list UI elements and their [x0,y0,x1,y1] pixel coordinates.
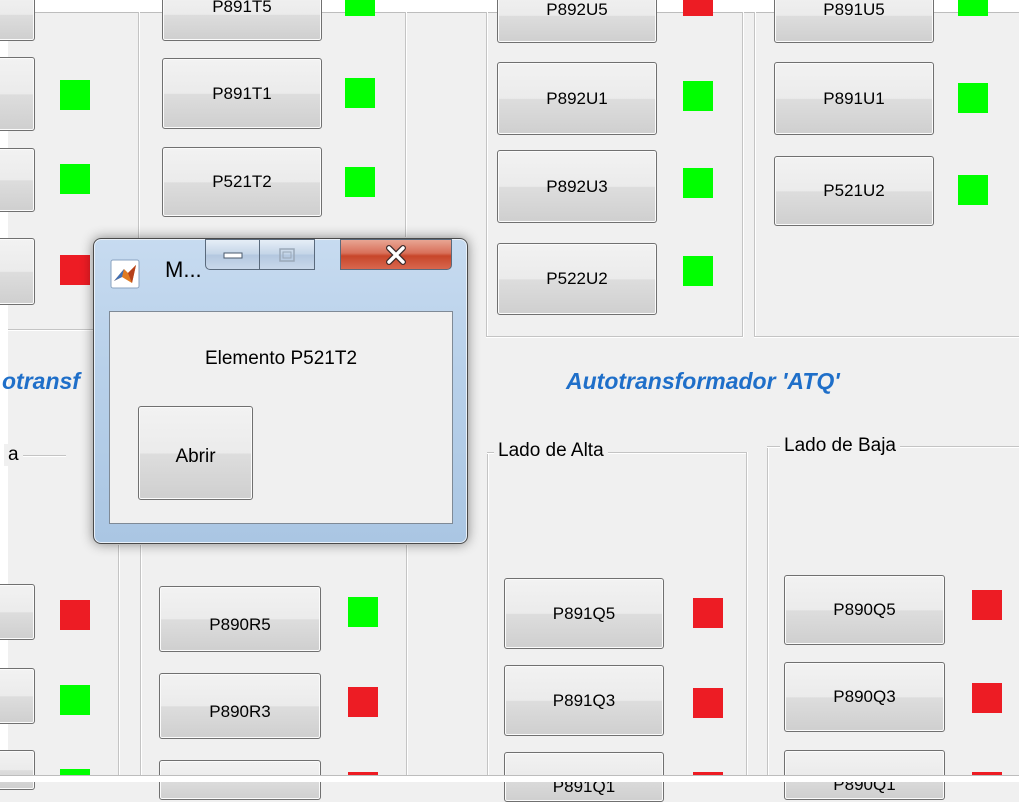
dialog-content: Elemento P521T2 Abrir [109,311,453,524]
button-label: P522U2 [546,269,608,288]
button-label: P891U1 [823,88,885,108]
button-label: P890R5 [209,615,271,634]
status-indicator-p890r5 [348,597,378,627]
panel-divider [405,12,406,237]
panel-divider [406,545,407,775]
status-indicator-p521t2 [345,167,375,197]
dialog-title: M... [165,257,202,282]
button-label: P892U3 [546,176,608,196]
group-label-partial: a [4,444,23,466]
partial-button[interactable] [0,148,35,212]
button-label: P890Q5 [833,600,896,619]
button-p891t5[interactable]: P891T5 [162,0,322,41]
button-p891u5[interactable]: P891U5 [774,0,934,43]
panel-divider [486,336,743,337]
status-indicator-p891q3 [693,688,723,718]
panel-divider [118,545,119,775]
button-p892u3[interactable]: P892U3 [497,150,657,223]
status-indicator [60,0,90,12]
group-label-lado-alta: Lado de Alta [494,440,608,462]
autotransformer-title-partial: otransf [2,368,80,394]
status-indicator-p890r3 [348,687,378,717]
partial-button[interactable] [0,668,35,724]
minimize-button[interactable] [205,239,260,270]
button-p890r5[interactable]: P890R5 [159,586,321,652]
status-indicator-p890q5 [972,590,1002,620]
group-border [746,452,747,775]
group-label-lado-baja: Lado de Baja [780,435,900,457]
status-indicator-p891u5 [958,0,988,16]
partial-button[interactable] [0,238,35,305]
matlab-icon [110,259,140,289]
status-indicator-p892u5 [683,0,713,16]
group-border [487,452,488,775]
button-label: P890R3 [209,702,271,721]
panel-divider [754,336,1019,337]
maximize-icon [279,247,295,262]
panel-divider [140,545,141,775]
panel-divider [754,12,755,337]
panel-divider [742,12,743,337]
partial-button[interactable] [0,57,35,131]
button-label: P891Q5 [552,603,616,623]
maximize-button[interactable] [259,239,315,270]
status-indicator [60,255,90,285]
panel-divider [486,12,487,337]
partial-button[interactable] [0,0,35,41]
status-indicator [60,600,90,630]
button-p891q3[interactable]: P891Q3 [504,665,664,736]
button-p891q5[interactable]: P891Q5 [504,578,664,649]
button-label: P891U5 [823,0,885,19]
status-indicator [60,164,90,194]
autotransformer-atq-title: Autotransformador 'ATQ' [566,368,840,394]
status-indicator [60,685,90,715]
status-indicator-p891u1 [958,83,988,113]
group-border [767,446,768,775]
button-p521u2[interactable]: P521U2 [774,156,934,226]
button-p890q3[interactable]: P890Q3 [784,662,945,732]
button-p891t1[interactable]: P891T1 [162,58,322,129]
button-label: P892U1 [546,88,608,108]
partial-button[interactable] [0,750,35,790]
open-button[interactable]: Abrir [138,406,253,500]
button-label: P890Q3 [833,687,896,706]
minimize-icon [223,252,242,258]
partial-button[interactable] [0,584,35,640]
button-label: P521T2 [212,172,272,191]
status-indicator-p891t1 [345,78,375,108]
status-indicator-p891t5 [345,0,375,16]
status-indicator-p522u2 [683,256,713,286]
button-p891u1[interactable]: P891U1 [774,62,934,135]
button-p892u5[interactable]: P892U5 [497,0,657,43]
dialog-message: Elemento P521T2 [204,348,358,369]
status-indicator [60,80,90,110]
button-label: P892U5 [546,0,608,19]
button-label: P891T1 [212,83,272,103]
status-indicator-p892u1 [683,81,713,111]
status-indicator-p891q5 [693,598,723,628]
button-label: P891T5 [212,0,272,16]
button-label: Abrir [175,446,216,467]
close-icon [386,244,406,265]
button-p892u1[interactable]: P892U1 [497,62,657,135]
button-label: P891Q3 [552,690,616,710]
status-indicator-p890q3 [972,683,1002,713]
button-p890r3[interactable]: P890R3 [159,673,321,739]
status-indicator-p892u3 [683,168,713,198]
button-label: P521U2 [823,181,885,200]
button-p521t2[interactable]: P521T2 [162,147,322,217]
status-indicator-p521u2 [958,175,988,205]
close-button[interactable] [340,239,452,270]
button-p522u2[interactable]: P522U2 [497,243,657,315]
element-dialog: M... Elemento P521T2 Abrir [93,238,468,544]
button-p890q5[interactable]: P890Q5 [784,575,945,645]
